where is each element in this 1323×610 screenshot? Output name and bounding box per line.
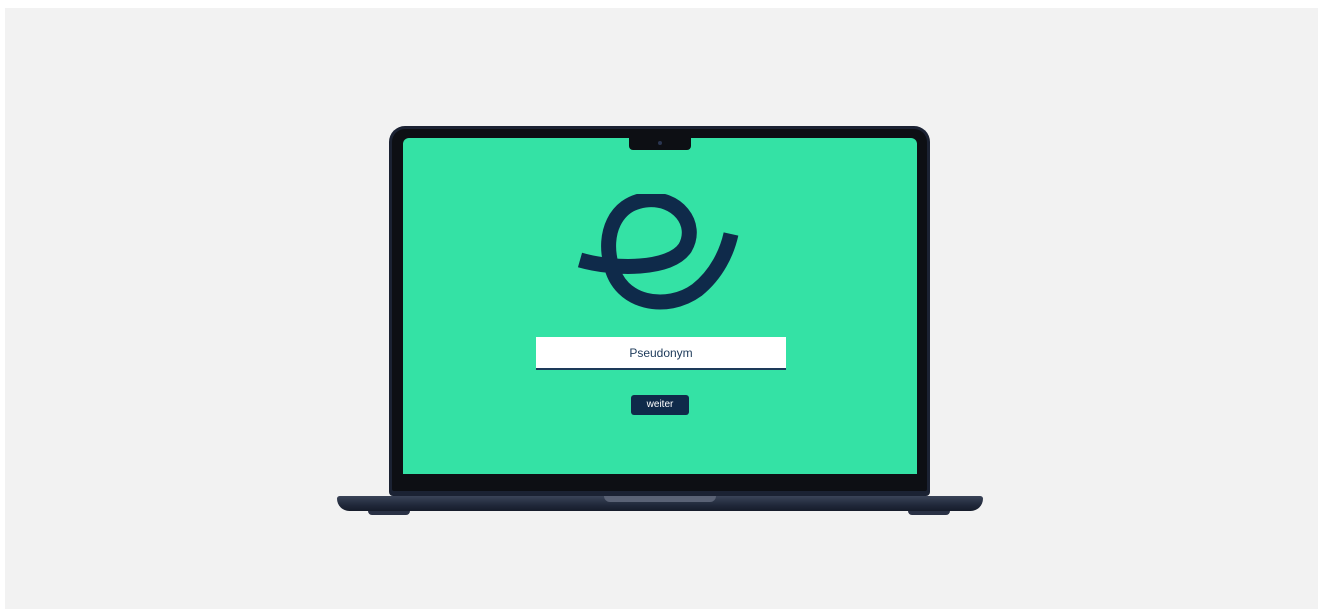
camera-icon (658, 141, 662, 145)
pseudonym-input[interactable] (536, 337, 786, 370)
e-swoosh-logo-icon (577, 194, 739, 310)
laptop-screen: weiter (403, 138, 917, 474)
laptop-foot-left (368, 511, 410, 515)
laptop-foot-right (908, 511, 950, 515)
next-button[interactable]: weiter (631, 395, 689, 415)
laptop-opening-notch (604, 496, 716, 502)
